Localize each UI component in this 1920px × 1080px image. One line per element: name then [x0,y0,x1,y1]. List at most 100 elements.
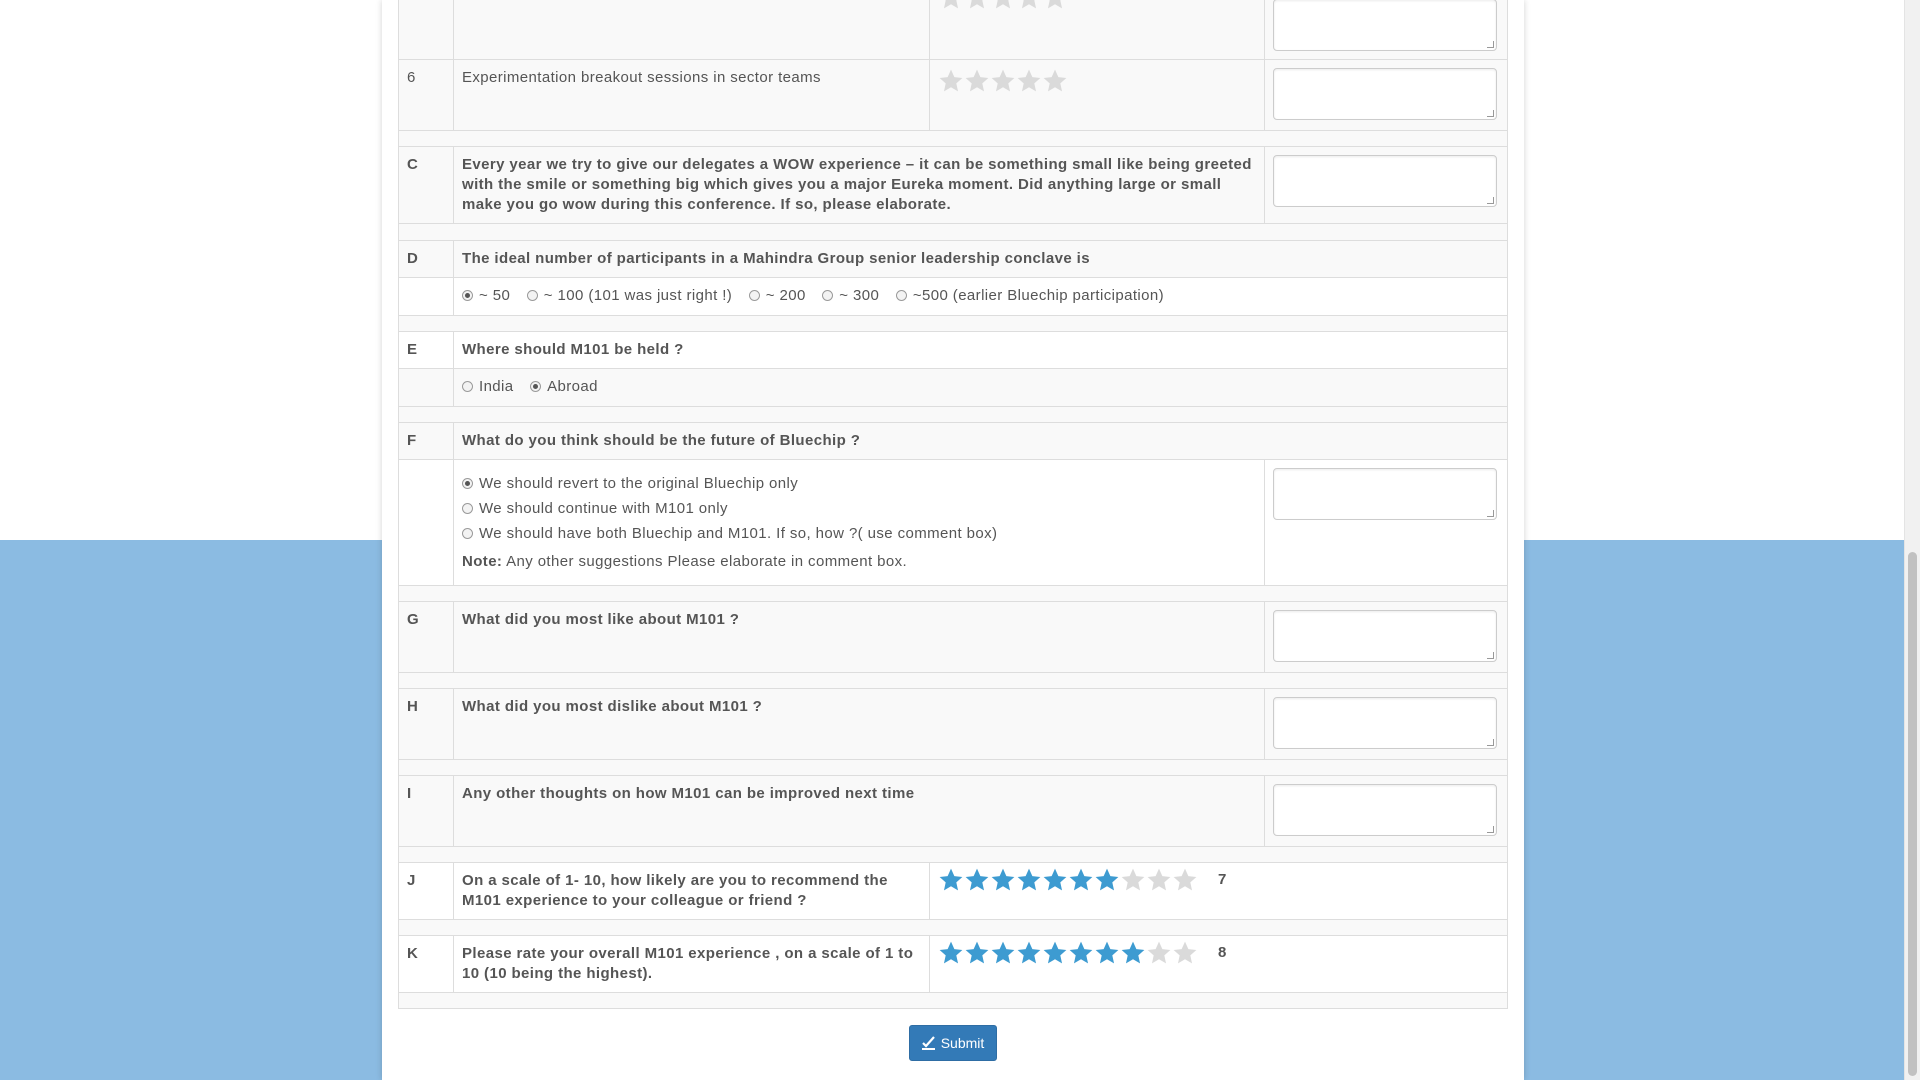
survey-card: 6 Experimentation breakout sessions in s… [382,0,1524,1080]
radio-button[interactable] [462,381,473,392]
radio-option[interactable]: India [462,378,514,395]
star-icon[interactable] [1120,940,1146,966]
question-text: What do you think should be the future o… [453,422,1508,460]
radio-option[interactable]: ~ 300 [822,287,879,304]
score-value: 8 [1218,944,1227,961]
star-icon[interactable] [938,68,964,94]
scrollbar[interactable] [1904,0,1920,1080]
star-icon[interactable] [964,940,990,966]
star-icon[interactable] [964,867,990,893]
question-text: Any other thoughts on how M101 can be im… [453,775,1265,847]
star-icon[interactable] [990,68,1016,94]
radio-option[interactable]: We should revert to the original Bluechi… [462,474,1256,494]
radio-option[interactable]: ~ 200 [748,287,806,304]
question-text: What did you most like about M101 ? [453,601,1265,673]
star-icon[interactable] [1042,940,1068,966]
star-icon[interactable] [1016,68,1042,94]
row-index: C [398,146,454,224]
question-text: Experimentation breakout sessions in sec… [453,59,930,131]
check-edit-icon [921,1036,935,1050]
table-row: 6 Experimentation breakout sessions in s… [398,59,1508,131]
note: Note: Any other suggestions Please elabo… [462,553,908,570]
survey-table: 6 Experimentation breakout sessions in s… [398,0,1508,1009]
star-icon[interactable] [1068,867,1094,893]
star-icon[interactable] [990,940,1016,966]
star-icon[interactable] [1016,940,1042,966]
star-icon[interactable] [1016,867,1042,893]
star-icon[interactable] [1068,940,1094,966]
table-row: C Every year we try to give our delegate… [398,146,1508,224]
row-index: K [398,935,454,993]
table-row: ~ 50 ~ 100 (101 was just right !) ~ 200 … [398,277,1508,316]
star-icon[interactable] [1094,867,1120,893]
comment-box[interactable] [1273,68,1497,120]
comment-box[interactable] [1273,610,1497,662]
radio-button[interactable] [462,478,473,489]
star-rating[interactable] [938,68,1256,94]
table-row: J On a scale of 1- 10, how likely are yo… [398,862,1508,920]
table-row: K Please rate your overall M101 experien… [398,935,1508,993]
star-icon[interactable] [1042,68,1068,94]
star-icon[interactable] [1146,940,1172,966]
radio-group-bluechip: We should revert to the original Bluechi… [453,459,1265,586]
score-value: 7 [1218,871,1227,888]
radio-button[interactable] [895,290,907,301]
row-index: G [398,601,454,673]
radio-button[interactable] [462,528,473,539]
radio-button[interactable] [462,503,473,514]
question-text: The ideal number of participants in a Ma… [453,240,1508,278]
row-index: E [398,331,454,369]
table-row [398,0,1508,60]
radio-button[interactable] [530,381,542,392]
star-icon[interactable] [990,867,1016,893]
radio-button[interactable] [526,290,538,301]
comment-box[interactable] [1273,697,1497,749]
star-icon[interactable] [964,0,990,11]
radio-option[interactable]: Abroad [530,378,598,395]
star-icon[interactable] [938,867,964,893]
star-icon[interactable] [1120,867,1146,893]
scrollbar-thumb[interactable] [1908,552,1917,1076]
table-row: We should revert to the original Bluechi… [398,459,1508,586]
star-icon[interactable] [1146,867,1172,893]
star-icon[interactable] [1172,867,1198,893]
star-icon[interactable] [1172,940,1198,966]
radio-option[interactable]: We should continue with M101 only [462,499,1256,519]
star-rating[interactable]: 8 [938,940,1499,966]
table-row: E Where should M101 be held ? [398,331,1508,369]
comment-box[interactable] [1273,468,1497,520]
star-rating[interactable]: 7 [938,867,1499,893]
submit-button[interactable]: Submit [909,1025,997,1061]
row-index: H [398,688,454,760]
question-text [453,0,930,60]
star-icon[interactable] [990,0,1016,11]
comment-box[interactable] [1273,155,1497,207]
row-index: J [398,862,454,920]
submit-label: Submit [940,1035,985,1051]
table-row: G What did you most like about M101 ? [398,601,1508,673]
radio-option[interactable]: We should have both Bluechip and M101. I… [462,524,1256,544]
row-index: F [398,422,454,460]
question-text: Please rate your overall M101 experience… [453,935,930,993]
comment-box[interactable] [1273,784,1497,836]
radio-option[interactable]: ~ 50 [462,287,510,304]
star-icon[interactable] [1042,867,1068,893]
radio-button[interactable] [822,290,834,301]
question-text: On a scale of 1- 10, how likely are you … [453,862,930,920]
row-index [398,0,454,60]
star-icon[interactable] [1042,0,1068,11]
star-icon[interactable] [964,68,990,94]
comment-box[interactable] [1273,0,1497,51]
row-index: D [398,240,454,278]
star-rating[interactable] [938,0,1256,11]
star-icon[interactable] [1016,0,1042,11]
table-row: H What did you most dislike about M101 ? [398,688,1508,760]
table-row: I Any other thoughts on how M101 can be … [398,775,1508,847]
radio-option[interactable]: ~ 100 (101 was just right !) [526,287,732,304]
radio-button[interactable] [748,290,760,301]
radio-option[interactable]: ~500 (earlier Bluechip participation) [895,287,1164,304]
star-icon[interactable] [1094,940,1120,966]
radio-button[interactable] [462,290,473,301]
star-icon[interactable] [938,0,964,11]
star-icon[interactable] [938,940,964,966]
